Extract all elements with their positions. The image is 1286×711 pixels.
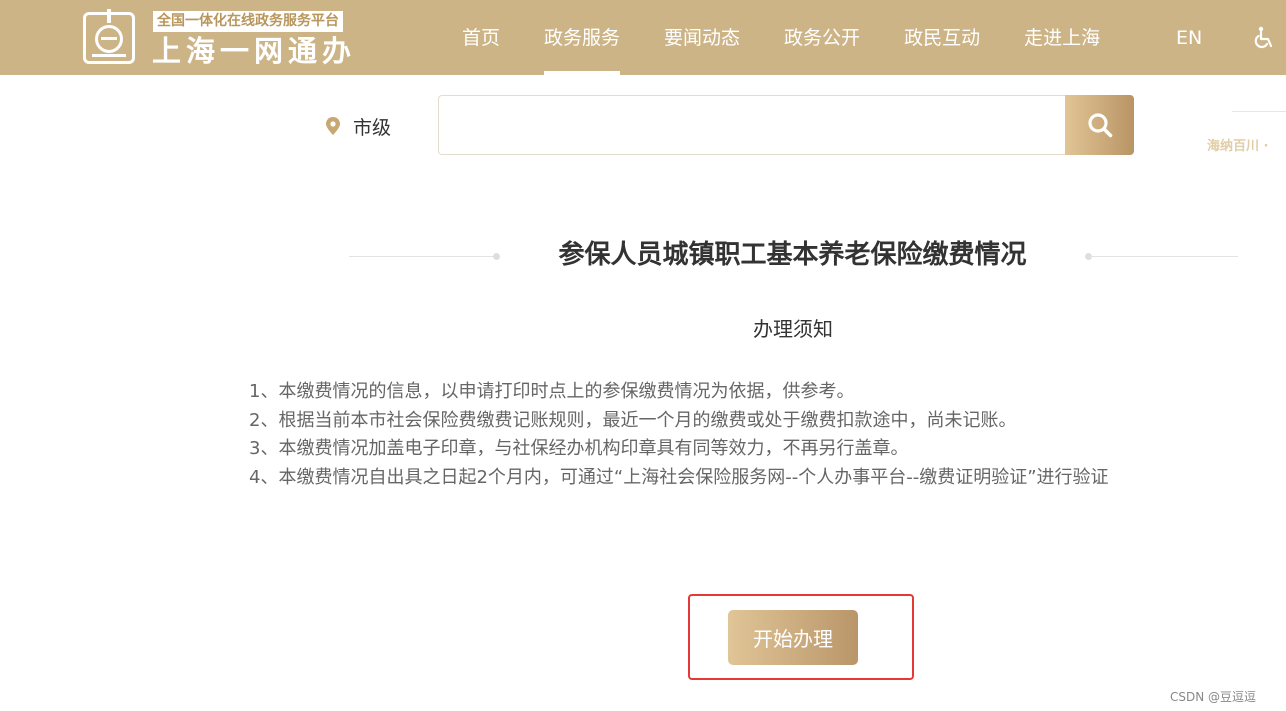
page: 全国一体化在线政务服务平台 上海一网通办 首页 政务服务 要闻动态 政务公开 政… [0, 0, 1286, 711]
start-processing-button[interactable]: 开始办理 [728, 610, 858, 665]
top-header: 全国一体化在线政务服务平台 上海一网通办 首页 政务服务 要闻动态 政务公开 政… [0, 0, 1286, 75]
title-dot-left [493, 253, 500, 260]
page-title: 参保人员城镇职工基本养老保险缴费情况 [558, 240, 1027, 270]
search-icon [1088, 113, 1113, 138]
search-button[interactable] [1065, 95, 1134, 155]
region-label: 市级 [353, 116, 392, 139]
language-switch-en[interactable]: EN [1176, 0, 1202, 75]
notice-item: 4、本缴费情况自出具之日起2个月内，可通过“上海社会保险服务网--个人办事平台-… [249, 466, 1109, 488]
main-nav: 首页 政务服务 要闻动态 政务公开 政民互动 走进上海 [440, 0, 1122, 75]
title-divider-right [1090, 256, 1238, 257]
map-pin-icon [326, 117, 340, 135]
search-box [438, 95, 1066, 155]
nav-item-gov-services[interactable]: 政务服务 [522, 0, 642, 75]
nav-item-news[interactable]: 要闻动态 [642, 0, 762, 75]
title-divider-left [349, 256, 495, 257]
wheelchair-icon[interactable] [1252, 26, 1276, 50]
search-input[interactable] [439, 96, 1066, 154]
watermark: CSDN @豆逗逗 [1170, 690, 1257, 704]
e-emblem-icon[interactable] [83, 9, 135, 64]
nav-item-interaction[interactable]: 政民互动 [882, 0, 1002, 75]
side-slogan: 海纳百川 · [1207, 139, 1269, 154]
region-selector[interactable]: 市级 [326, 112, 391, 140]
nav-item-gov-affairs[interactable]: 政务公开 [762, 0, 882, 75]
notice-item: 1、本缴费情况的信息，以申请打印时点上的参保缴费情况为依据，供参考。 [249, 381, 855, 402]
notice-title: 办理须知 [753, 317, 833, 341]
logo-tagline: 全国一体化在线政务服务平台 [153, 11, 343, 32]
notice-item: 2、根据当前本市社会保险费缴费记账规则，最近一个月的缴费或处于缴费扣款途中，尚未… [249, 409, 1017, 431]
logo-name[interactable]: 上海一网通办 [152, 34, 356, 68]
side-divider [1232, 111, 1286, 112]
nav-item-about-shanghai[interactable]: 走进上海 [1002, 0, 1122, 75]
nav-item-home[interactable]: 首页 [440, 0, 522, 75]
notice-list: 1、本缴费情况的信息，以申请打印时点上的参保缴费情况为依据，供参考。 2、根据当… [249, 378, 1269, 492]
notice-item: 3、本缴费情况加盖电子印章，与社保经办机构印章具有同等效力，不再另行盖章。 [249, 438, 909, 459]
